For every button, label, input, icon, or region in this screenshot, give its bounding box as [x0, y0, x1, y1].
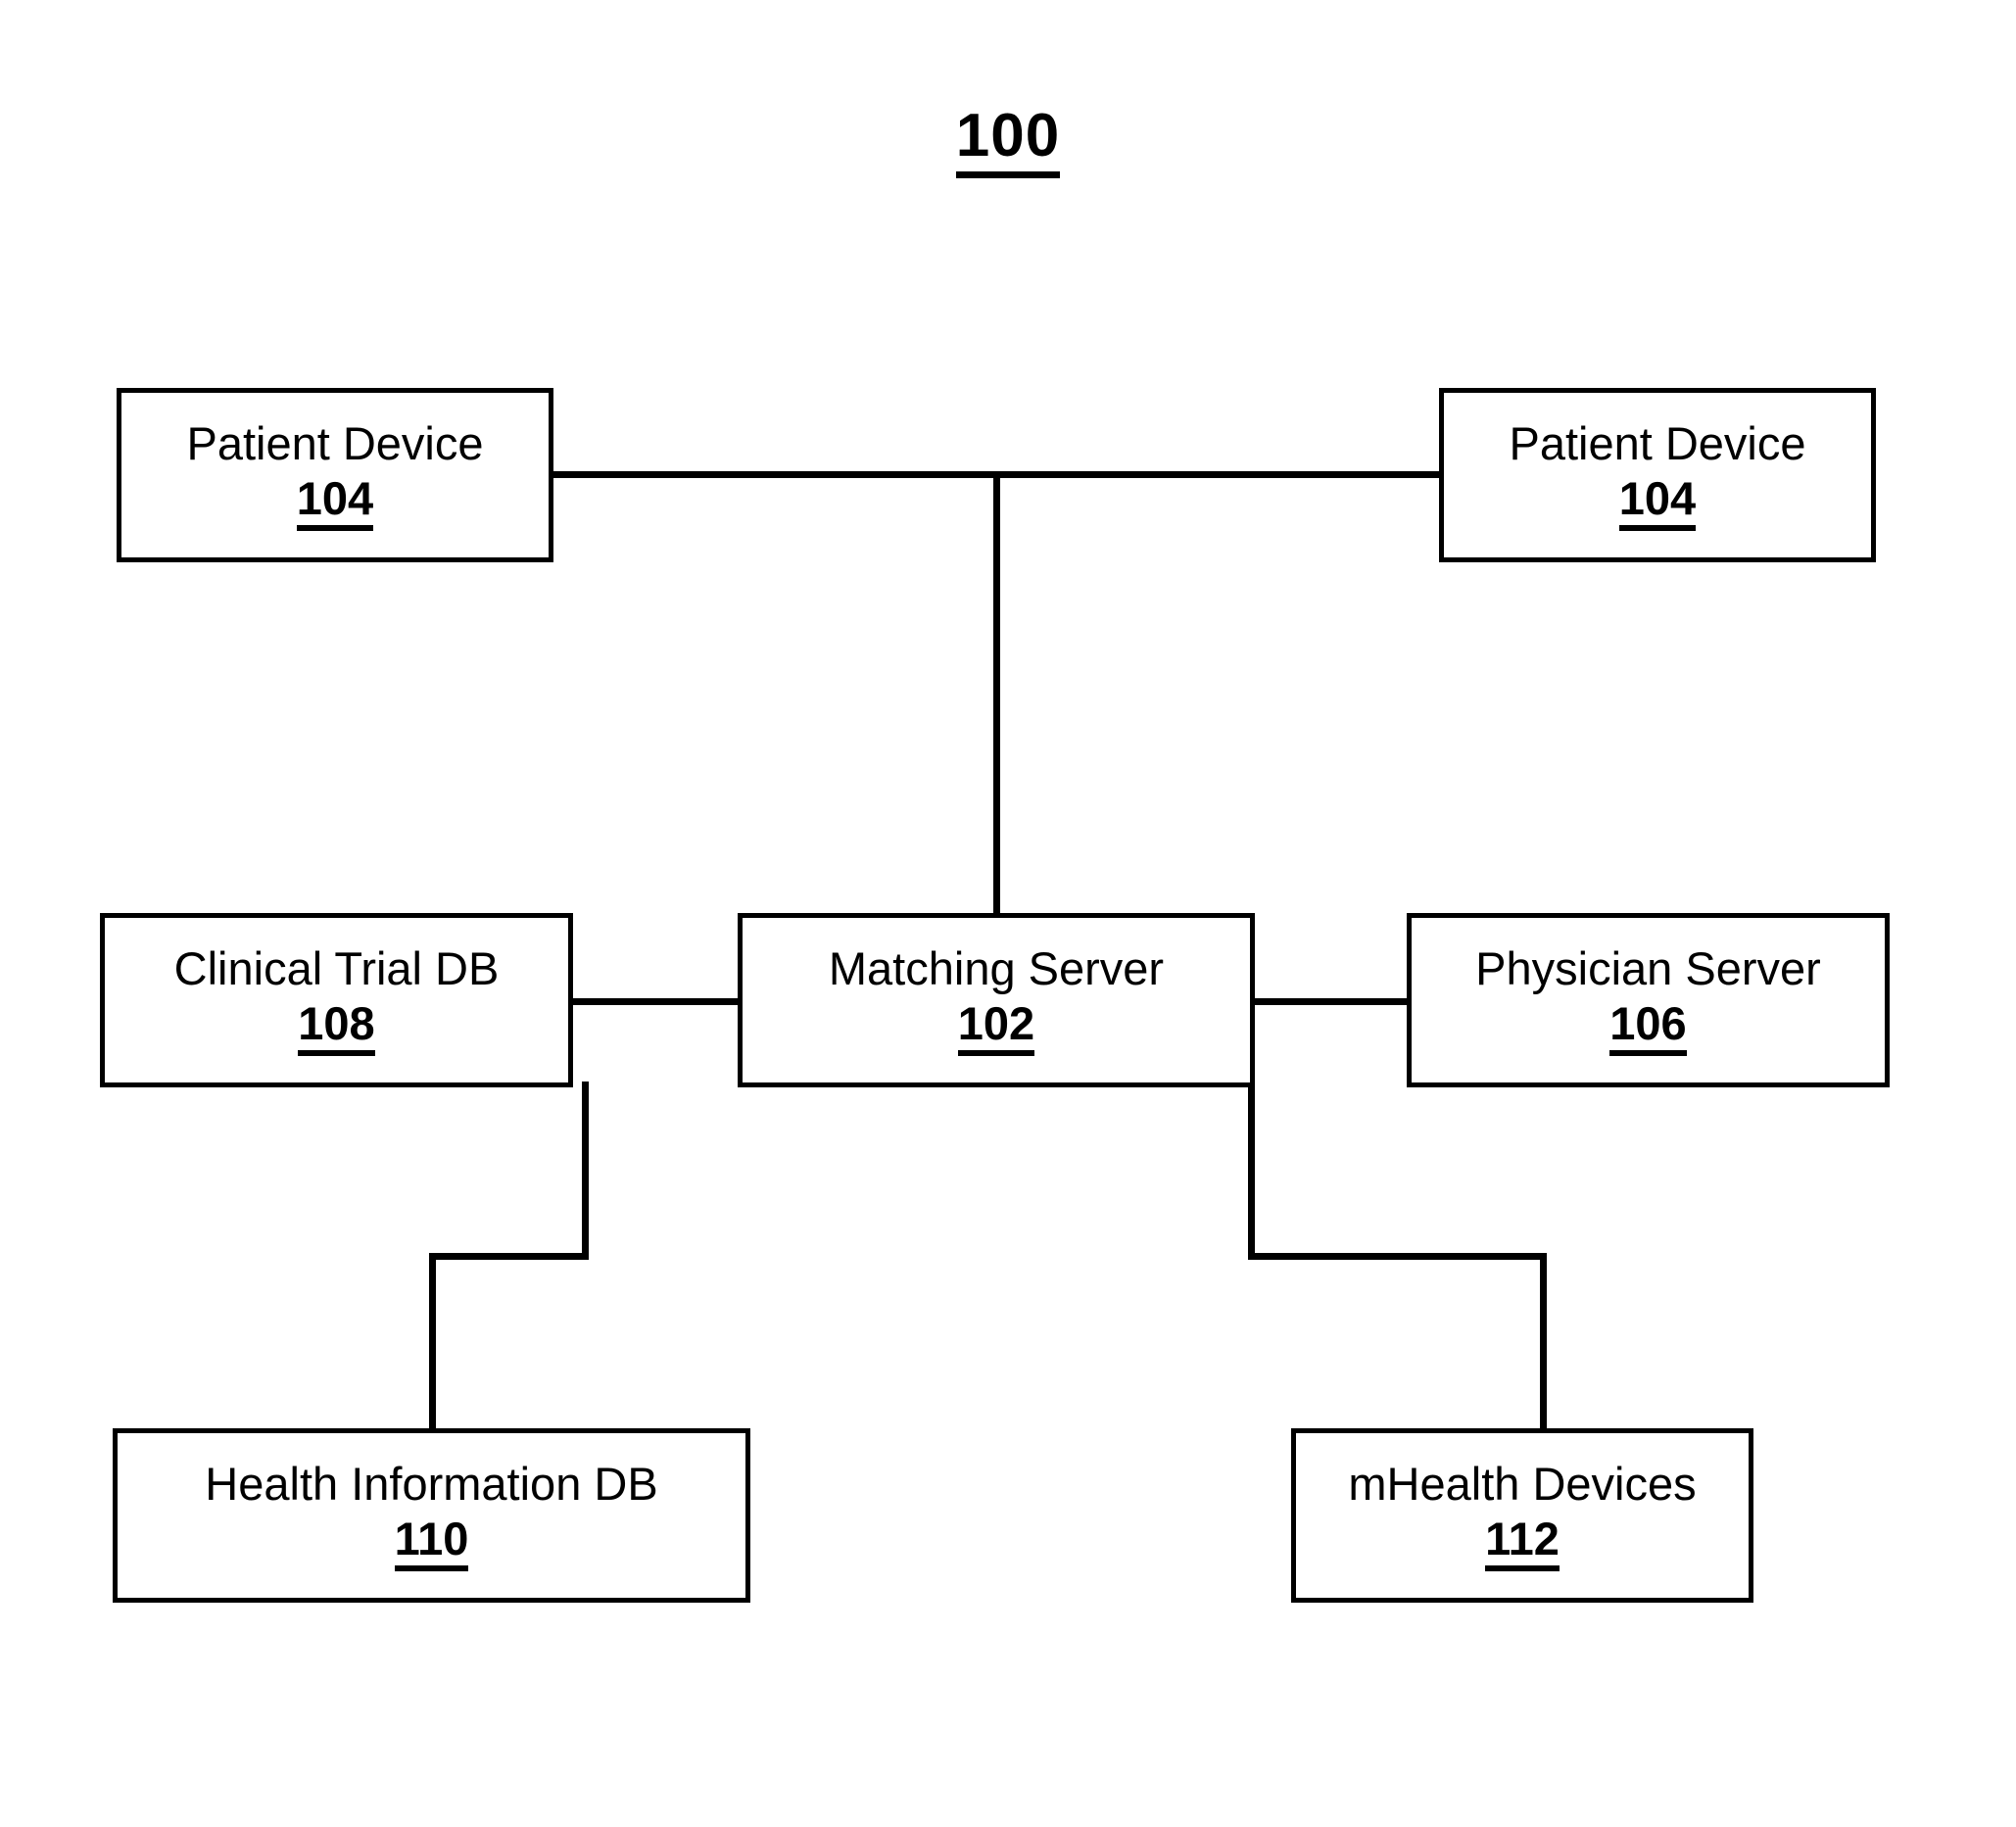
node-patient-device-right[interactable]: Patient Device 104 [1439, 388, 1876, 562]
connector-matching-server-left-drop [582, 1082, 589, 1260]
node-health-information-db[interactable]: Health Information DB 110 [113, 1428, 750, 1603]
node-label: mHealth Devices [1348, 1457, 1697, 1510]
connector-clinical-trial-db-to-matching-server [568, 998, 743, 1005]
node-matching-server[interactable]: Matching Server 102 [738, 913, 1255, 1087]
node-label: Matching Server [828, 941, 1165, 994]
connector-matching-server-right-drop [1248, 1082, 1255, 1260]
node-ref-num: 112 [1485, 1514, 1560, 1572]
node-label: Patient Device [1509, 416, 1806, 469]
connector-mhealth-devices-elbow [1248, 1253, 1547, 1260]
node-label: Clinical Trial DB [173, 941, 500, 994]
node-ref-num: 102 [957, 998, 1035, 1057]
node-ref-num: 104 [296, 473, 374, 532]
figure-title: 100 [0, 106, 2016, 178]
figure-title-number: 100 [955, 106, 1061, 178]
node-mhealth-devices[interactable]: mHealth Devices 112 [1291, 1428, 1753, 1603]
node-physician-server[interactable]: Physician Server 106 [1407, 913, 1890, 1087]
connector-elbow-to-mhealth-devices [1540, 1253, 1547, 1431]
node-ref-num: 106 [1609, 998, 1687, 1057]
node-patient-device-left[interactable]: Patient Device 104 [117, 388, 553, 562]
connector-health-information-db-elbow [429, 1253, 589, 1260]
system-diagram-figure: 100 Patient Device 104 Patient Device 10… [0, 0, 2016, 1827]
node-ref-num: 110 [394, 1514, 469, 1572]
node-ref-num: 104 [1618, 473, 1697, 532]
connector-matching-server-to-physician-server [1250, 998, 1410, 1005]
node-label: Health Information DB [205, 1457, 658, 1510]
node-ref-num: 108 [298, 998, 375, 1057]
node-label: Physician Server [1475, 941, 1821, 994]
node-clinical-trial-db[interactable]: Clinical Trial DB 108 [100, 913, 573, 1087]
node-label: Patient Device [186, 416, 484, 469]
connector-elbow-to-health-information-db [429, 1253, 436, 1431]
connector-bus-to-matching-server [993, 471, 1000, 919]
